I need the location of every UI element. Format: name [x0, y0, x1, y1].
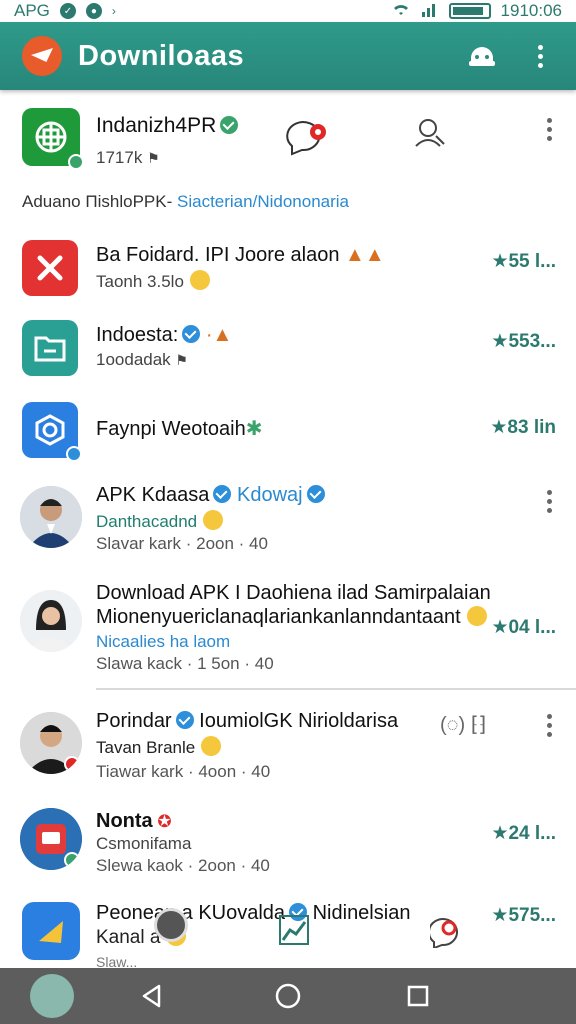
notification-icon: ✓ — [59, 3, 76, 19]
item-sub: Nicaalies ha laom — [96, 632, 231, 651]
item-title: Peonean a KUovalda Nidinelsian — [96, 902, 411, 924]
list-item[interactable]: Indoesta: ·▲ 1oodadak ⚑ ★553... — [0, 318, 576, 382]
app-shortcut-icon[interactable] — [30, 974, 74, 1018]
fire-icon: ▲▲ — [339, 244, 385, 266]
wifi-icon — [391, 1, 411, 22]
item-meta: Slaw... — [96, 954, 138, 968]
rating: ★04 l... — [491, 617, 556, 638]
list-item[interactable]: Nonta ✪ Csmonifama Slewa kaok · 2oon · 4… — [0, 806, 576, 886]
emoji-icon — [466, 606, 487, 626]
rating: ★24 l... — [491, 823, 556, 844]
user-search-icon[interactable] — [412, 114, 448, 155]
rating-icon: ⚑ — [175, 352, 188, 368]
more-options-icon[interactable] — [547, 714, 552, 737]
verified-badge-icon — [66, 446, 82, 462]
alert-icon: ✪ — [152, 812, 172, 831]
item-title: Nonta ✪ — [96, 810, 172, 832]
featured-title: Indanizh4PR — [96, 114, 239, 138]
account-icon[interactable] — [462, 36, 502, 76]
list-item[interactable]: Ba Foidard. IPI Joore alaon ▲▲ Taonh 3.5… — [0, 238, 576, 302]
signal-icon — [421, 1, 439, 22]
list-item[interactable]: Peonean a KUovalda Nidinelsian Kanal a S… — [0, 900, 576, 968]
link-icon[interactable]: (◌) ⁅⁆ — [440, 712, 486, 737]
avatar — [20, 590, 82, 652]
item-title: Porindar IoumiolGK Nirioldarisa — [96, 710, 399, 732]
verified-badge-icon — [68, 154, 84, 170]
app-icon — [22, 320, 78, 376]
item-meta: Slavar kark · 2oon · 40 — [96, 534, 268, 553]
section-label: Aduano ΠishloPPK- Siacterian/Nidononaria — [22, 192, 349, 211]
item-meta: Slawa kack · 1 5on · 40 — [96, 654, 274, 673]
list-item[interactable]: Faynpi Weotoaih✱ ★83 lin — [0, 402, 576, 466]
item-title: Ba Foidard. IPI Joore alaon ▲▲ — [96, 244, 385, 266]
item-sub: Taonh 3.5lo — [96, 270, 210, 292]
item-meta: Tiawar kark · 4oon · 40 — [96, 762, 271, 781]
fire-icon: ·▲ — [200, 324, 233, 346]
sparkle-icon: ✱ — [245, 418, 263, 440]
list-item[interactable]: Porindar IoumiolGK Nirioldarisa Tavan Br… — [0, 708, 576, 788]
emoji-icon — [189, 270, 210, 290]
avatar — [20, 712, 82, 774]
recents-button[interactable] — [400, 978, 436, 1014]
chart-icon[interactable] — [278, 914, 310, 951]
verified-icon — [306, 485, 325, 503]
item-meta: Slewa kaok · 2oon · 40 — [96, 856, 270, 875]
system-nav-bar — [0, 968, 576, 1024]
emoji-icon — [203, 510, 224, 530]
back-button[interactable] — [134, 978, 170, 1014]
item-title: Download APK I Daohiena ilad Samirpalaia… — [96, 582, 491, 604]
app-bar: Downiloaas — [0, 22, 576, 90]
item-sub: Danthacadnd — [96, 510, 224, 532]
verified-icon — [220, 116, 239, 134]
camera-icon[interactable] — [154, 908, 188, 942]
list-item[interactable]: Download APK I Daohiena ilad Samirpalaia… — [0, 578, 576, 678]
more-options-icon[interactable] — [547, 490, 552, 513]
rating: ★575... — [491, 905, 556, 926]
status-bar: APG ✓ ● › 1910:06 — [0, 0, 576, 22]
overflow-menu-icon[interactable] — [520, 36, 560, 76]
chat-bubble-icon[interactable] — [427, 912, 466, 953]
more-options-icon[interactable] — [547, 118, 552, 141]
home-button[interactable] — [270, 978, 306, 1014]
emoji-icon — [201, 736, 222, 756]
rating: ★55 l... — [491, 251, 556, 272]
rating: ★553... — [491, 331, 556, 352]
section-link[interactable]: Siacterian/Nidononaria — [177, 192, 349, 211]
avatar — [20, 808, 82, 870]
status-badge-icon — [64, 756, 80, 772]
app-logo-icon — [22, 36, 62, 76]
arrow-icon: › — [111, 4, 116, 18]
item-title-line2: Mionenyuericlanaqlariankanlanndantaant — [96, 606, 487, 629]
app-icon — [22, 902, 80, 960]
app-icon — [22, 108, 84, 170]
battery-icon — [448, 3, 491, 19]
item-sub: Csmonifama — [96, 834, 192, 853]
featured-meta: 1717k ⚑ — [96, 148, 160, 167]
notification-icon: ● — [85, 3, 102, 19]
list-item[interactable]: APK Kdaasa Kdowaj Danthacadnd Slavar kar… — [0, 482, 576, 562]
item-sub: Tavan Branle — [96, 736, 222, 758]
chat-bubble-icon[interactable] — [286, 116, 334, 161]
verified-badge-icon — [64, 852, 80, 868]
status-left-text: APG — [14, 1, 50, 20]
item-title: Indoesta: ·▲ — [96, 324, 233, 346]
divider — [96, 688, 576, 690]
verified-icon — [182, 325, 201, 343]
avatar — [20, 486, 82, 548]
item-sub: 1oodadak ⚑ — [96, 350, 188, 369]
clock: 1910:06 — [500, 1, 562, 20]
featured-item[interactable]: Indanizh4PR 1717k ⚑ — [0, 106, 576, 186]
verified-icon — [213, 485, 232, 503]
app-icon — [22, 240, 78, 296]
page-title: Downiloaas — [78, 39, 245, 72]
item-title: APK Kdaasa Kdowaj — [96, 484, 325, 507]
rating-icon: ⚑ — [147, 150, 160, 166]
app-icon — [22, 402, 82, 462]
rating: ★83 lin — [490, 417, 556, 438]
item-title: Faynpi Weotoaih✱ — [96, 418, 263, 440]
verified-icon — [175, 711, 194, 729]
